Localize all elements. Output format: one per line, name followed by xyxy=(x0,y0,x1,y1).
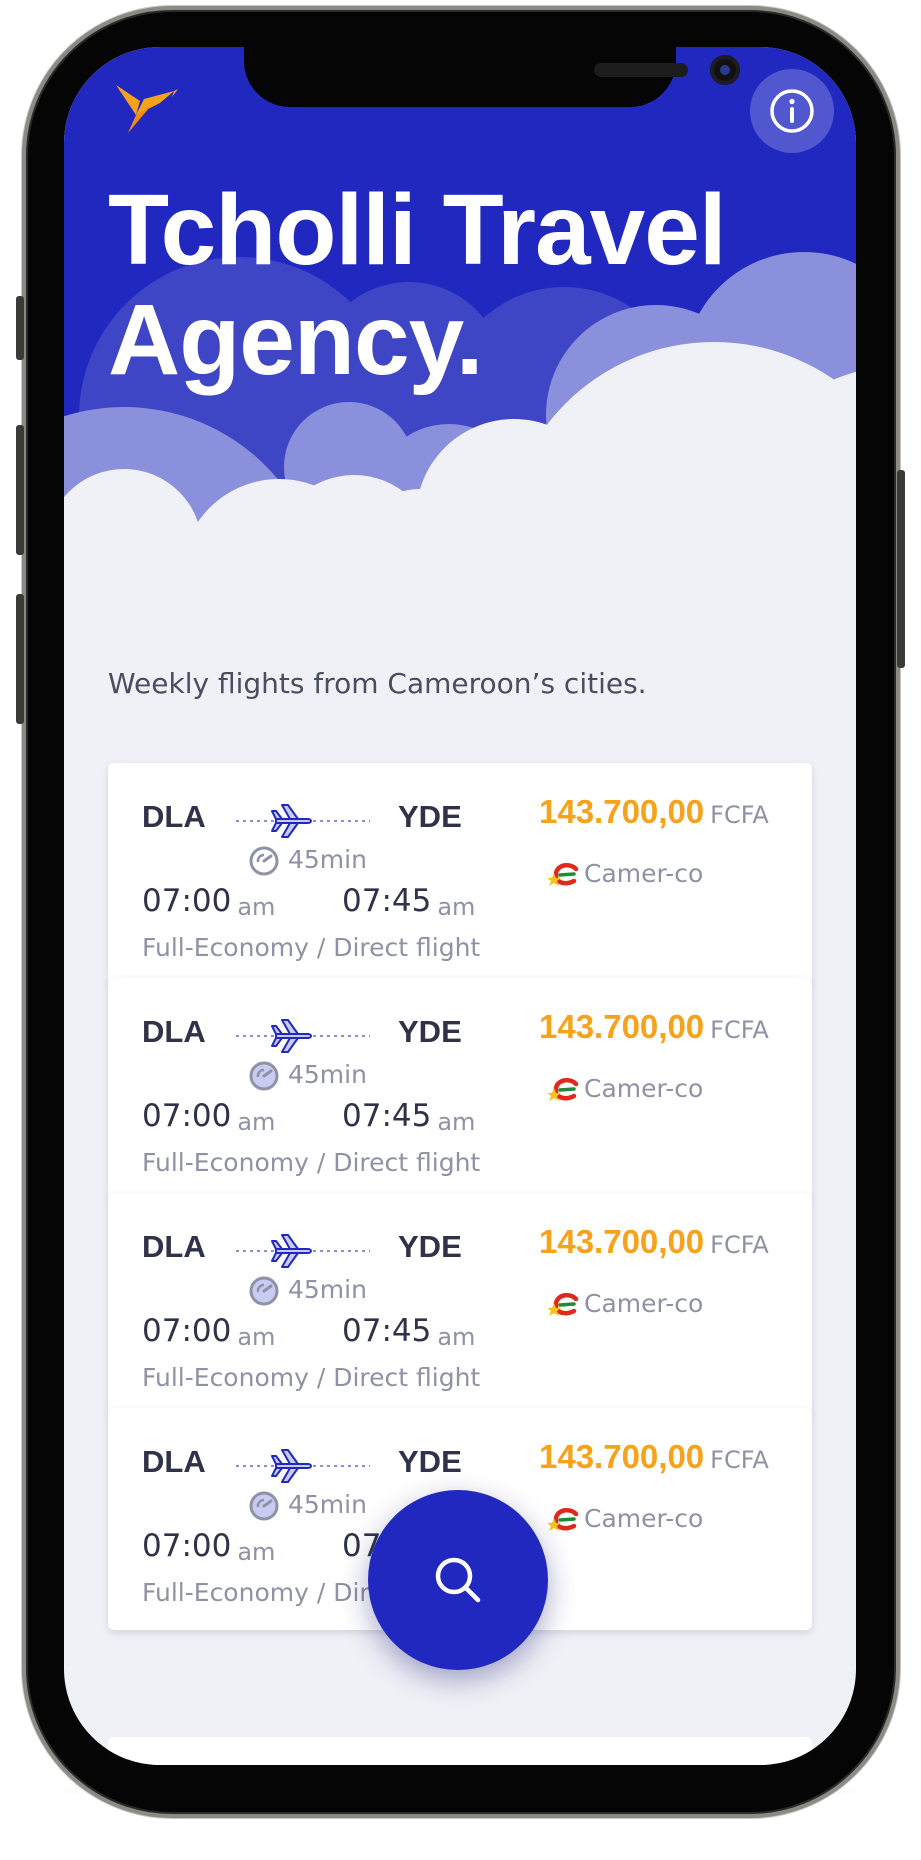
arrival-period: am xyxy=(437,893,476,921)
info-icon xyxy=(770,89,814,133)
airline-name: Camer-co xyxy=(584,1289,704,1318)
power-button xyxy=(897,470,905,668)
plane-route-icon xyxy=(236,1449,370,1483)
title-line-1: Tcholli Travel xyxy=(108,174,727,286)
price: 143.700,00 xyxy=(539,1008,705,1045)
airline-logo-icon xyxy=(548,863,579,886)
price: 143.700,00 xyxy=(539,793,705,830)
arrival-time: 07:45am xyxy=(342,883,476,921)
app-screen: Tcholli Travel Agency. Weekly flights fr… xyxy=(64,47,856,1765)
departure-period: am xyxy=(237,1538,276,1566)
flight-card[interactable]: DLA YDE 45min 07:00am 07:45am Ful xyxy=(108,763,812,985)
speaker-grille xyxy=(594,63,688,77)
page-title: Tcholli Travel Agency. xyxy=(108,175,828,395)
price: 143.700,00 xyxy=(539,1223,705,1260)
price-row: 143.700,00 FCFA xyxy=(539,793,769,831)
flight-class: Full-Economy / Direct flight xyxy=(142,1148,481,1177)
clock-icon xyxy=(249,1061,279,1091)
arrival-time-value: 07:45 xyxy=(342,883,432,919)
notch xyxy=(244,47,740,107)
price-row: 143.700,00 FCFA xyxy=(539,1223,769,1261)
destination-code: YDE xyxy=(398,799,462,834)
price: 143.700,00 xyxy=(539,1438,705,1475)
header: Tcholli Travel Agency. xyxy=(64,47,856,737)
info-button[interactable] xyxy=(750,69,834,153)
airline-logo-icon xyxy=(548,1078,579,1101)
currency: FCFA xyxy=(710,801,769,829)
flight-class: Full-Economy / Direct flight xyxy=(142,933,481,962)
arrival-time: 07:45am xyxy=(342,1313,476,1351)
origin-code: DLA xyxy=(142,1014,206,1049)
flight-duration: 45min xyxy=(288,1490,367,1519)
departure-time-value: 07:00 xyxy=(142,1313,232,1349)
departure-time-value: 07:00 xyxy=(142,1528,232,1564)
departure-time: 07:00 am xyxy=(142,1528,276,1566)
origin-code: DLA xyxy=(142,1229,206,1264)
arrival-period: am xyxy=(437,1323,476,1351)
plane-route-icon xyxy=(236,804,370,838)
departure-time-value: 07:00 xyxy=(142,1098,232,1134)
departure-time: 07:00 am xyxy=(142,883,276,921)
arrival-time: 07:45am xyxy=(342,1098,476,1136)
origin-code: DLA xyxy=(142,799,206,834)
next-flight-card[interactable] xyxy=(108,1737,812,1765)
flight-card[interactable]: DLA YDE 45min 07:00am 07:45am Ful xyxy=(108,1193,812,1415)
plane-route-icon xyxy=(236,1019,370,1053)
flight-duration: 45min xyxy=(288,845,367,874)
clock-icon xyxy=(249,1491,279,1521)
flight-class: Full-Economy / Direct flight xyxy=(142,1363,481,1392)
price-row: 143.700,00 FCFA xyxy=(539,1438,769,1476)
flight-duration: 45min xyxy=(288,1275,367,1304)
clock-icon xyxy=(249,846,279,876)
airline-name: Camer-co xyxy=(584,1504,704,1533)
volume-down-button xyxy=(16,594,24,724)
flight-duration: 45min xyxy=(288,1060,367,1089)
silent-switch xyxy=(16,296,24,360)
airline-name: Camer-co xyxy=(584,1074,704,1103)
departure-period: am xyxy=(237,893,276,921)
departure-time-value: 07:00 xyxy=(142,883,232,919)
search-button[interactable] xyxy=(368,1490,548,1670)
flight-card[interactable]: DLA YDE 45min 07:00am 07:45am Ful xyxy=(108,978,812,1200)
origin-code: DLA xyxy=(142,1444,206,1479)
departure-period: am xyxy=(237,1108,276,1136)
price-row: 143.700,00 FCFA xyxy=(539,1008,769,1046)
departure-period: am xyxy=(237,1323,276,1351)
plane-route-icon xyxy=(236,1234,370,1268)
bird-logo-icon xyxy=(116,85,178,133)
departure-time: 07:00 am xyxy=(142,1098,276,1136)
title-line-2: Agency. xyxy=(108,284,484,396)
departure-time: 07:00 am xyxy=(142,1313,276,1351)
arrival-time-value: 07:45 xyxy=(342,1098,432,1134)
airline-logo-icon xyxy=(548,1293,579,1316)
clock-icon xyxy=(249,1276,279,1306)
destination-code: YDE xyxy=(398,1444,462,1479)
currency: FCFA xyxy=(710,1016,769,1044)
front-camera xyxy=(710,55,740,85)
destination-code: YDE xyxy=(398,1229,462,1264)
airline-logo-icon xyxy=(548,1508,579,1531)
airline-name: Camer-co xyxy=(584,859,704,888)
search-icon xyxy=(435,1557,481,1603)
volume-up-button xyxy=(16,425,24,555)
destination-code: YDE xyxy=(398,1014,462,1049)
section-subtitle: Weekly flights from Cameroon’s cities. xyxy=(108,667,647,700)
arrival-time-value: 07:45 xyxy=(342,1313,432,1349)
currency: FCFA xyxy=(710,1446,769,1474)
currency: FCFA xyxy=(710,1231,769,1259)
arrival-period: am xyxy=(437,1108,476,1136)
